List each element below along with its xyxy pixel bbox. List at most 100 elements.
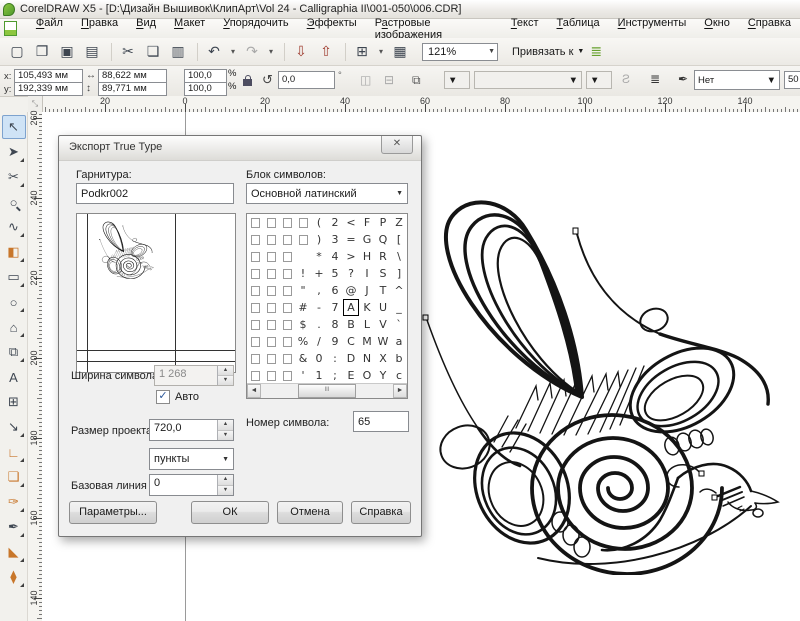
glyph-cell[interactable] xyxy=(279,282,295,299)
glyph-cell[interactable]: E xyxy=(343,367,359,384)
outline-width-combo[interactable]: Нет ▼ xyxy=(694,70,780,90)
scrollbar-thumb[interactable]: III xyxy=(298,384,356,398)
close-icon[interactable]: ✕ xyxy=(381,136,413,154)
glyph-cell[interactable] xyxy=(247,282,263,299)
blend-tool[interactable]: ❏ xyxy=(2,465,26,489)
rectangle-tool[interactable]: ▭ xyxy=(2,265,26,289)
glyph-cell[interactable] xyxy=(247,350,263,367)
scale-v-field[interactable]: 100,0 xyxy=(184,82,227,96)
char-number-field[interactable]: 65 xyxy=(353,411,409,432)
options-icon[interactable]: ≣ xyxy=(590,43,602,60)
grid-scrollbar[interactable]: ◄ III ► xyxy=(247,383,407,398)
glyph-cell[interactable]: % xyxy=(295,333,311,350)
glyph-cell[interactable]: 6 xyxy=(327,282,343,299)
glyph-cell[interactable] xyxy=(263,316,279,333)
glyph-cell[interactable]: ? xyxy=(343,265,359,282)
glyph-cell[interactable]: + xyxy=(311,265,327,282)
save-icon[interactable]: ▣ xyxy=(56,43,78,60)
import-icon[interactable]: ⇩ xyxy=(290,43,312,60)
export-icon[interactable]: ⇧ xyxy=(315,43,337,60)
redo-icon[interactable]: ↷ xyxy=(241,43,263,60)
glyph-cell[interactable]: , xyxy=(311,282,327,299)
object-height-field[interactable]: 89,771 мм xyxy=(98,82,167,96)
calligraphic-bird-drawing[interactable] xyxy=(420,190,800,575)
table-tool[interactable]: ⊞ xyxy=(2,390,26,414)
glyph-cell[interactable]: V xyxy=(375,316,391,333)
application-launcher-icon[interactable]: ⊞ xyxy=(351,43,373,60)
freehand-tool[interactable]: ∿ xyxy=(2,215,26,239)
glyph-cell[interactable]: @ xyxy=(343,282,359,299)
open-icon[interactable]: ❐ xyxy=(31,43,53,60)
arrange-icon[interactable]: ⧉ xyxy=(412,73,421,88)
glyph-cell[interactable] xyxy=(263,265,279,282)
glyph-cell[interactable]: * xyxy=(311,248,327,265)
glyph-cell[interactable] xyxy=(247,248,263,265)
glyph-cell[interactable]: 2 xyxy=(327,214,343,231)
glyph-cell[interactable]: Z xyxy=(391,214,407,231)
glyph-cell[interactable]: R xyxy=(375,248,391,265)
glyph-cell[interactable]: 5 xyxy=(327,265,343,282)
glyph-cell[interactable]: 7 xyxy=(327,299,343,316)
glyph-cell[interactable]: P xyxy=(375,214,391,231)
glyph-cell[interactable]: ] xyxy=(391,265,407,282)
object-width-field[interactable]: 88,622 мм xyxy=(98,69,167,83)
glyph-cell[interactable] xyxy=(279,265,295,282)
outline-pen-icon[interactable]: ✒ xyxy=(678,72,688,86)
scrollbar-track[interactable]: III xyxy=(261,384,393,398)
symbol-block-combo[interactable]: Основной латинский ▼ xyxy=(246,183,408,204)
units-combo[interactable]: пункты ▼ xyxy=(149,448,234,470)
glyph-cell[interactable]: 1 xyxy=(311,367,327,384)
scale-h-field[interactable]: 100,0 xyxy=(184,69,227,83)
glyph-cell[interactable]: ^ xyxy=(391,282,407,299)
undo-dropdown-icon[interactable]: ▾ xyxy=(228,47,238,56)
spinner-up-icon[interactable]: ▲ xyxy=(218,475,233,486)
glyph-cell[interactable] xyxy=(263,333,279,350)
undo-icon[interactable]: ↶ xyxy=(203,43,225,60)
crop-tool[interactable]: ✂ xyxy=(2,165,26,189)
ellipse-tool[interactable]: ○ xyxy=(2,290,26,314)
rotation-angle-field[interactable]: 0,0 xyxy=(278,71,335,89)
options-button[interactable]: Параметры... xyxy=(69,501,157,524)
glyph-cell[interactable] xyxy=(263,367,279,384)
glyph-cell[interactable]: . xyxy=(311,316,327,333)
glyph-cell[interactable]: Y xyxy=(375,367,391,384)
glyph-cell[interactable] xyxy=(279,214,295,231)
glyph-cell[interactable]: < xyxy=(343,214,359,231)
glyph-cell[interactable]: / xyxy=(311,333,327,350)
spinner-down-icon[interactable]: ▼ xyxy=(218,431,233,441)
glyph-cell[interactable] xyxy=(247,316,263,333)
baseline-spinner[interactable]: 0 ▲▼ xyxy=(149,474,234,496)
mirror-vertical-icon[interactable]: ⊟ xyxy=(384,73,394,87)
zoom-level-combo[interactable]: 121% ▼ xyxy=(422,43,498,61)
glyph-cell[interactable]: a xyxy=(391,333,407,350)
ok-button[interactable]: ОК xyxy=(191,501,269,524)
glyph-cell[interactable]: ' xyxy=(295,367,311,384)
glyph-cell[interactable]: ( xyxy=(311,214,327,231)
glyph-cell[interactable] xyxy=(279,367,295,384)
glyph-cell[interactable] xyxy=(263,282,279,299)
glyph-cell[interactable] xyxy=(247,231,263,248)
glyph-cell[interactable]: c xyxy=(391,367,407,384)
glyph-cell[interactable]: M xyxy=(359,333,375,350)
spinner-up-icon[interactable]: ▲ xyxy=(218,420,233,431)
glyph-cell[interactable]: # xyxy=(295,299,311,316)
glyph-cell[interactable] xyxy=(247,214,263,231)
glyph-cell[interactable]: 4 xyxy=(327,248,343,265)
glyph-cell[interactable]: G xyxy=(359,231,375,248)
glyph-cell[interactable]: L xyxy=(359,316,375,333)
glyph-cell[interactable]: $ xyxy=(295,316,311,333)
basic-shapes-tool[interactable]: ⧉ xyxy=(2,340,26,364)
glyph-cell[interactable] xyxy=(279,316,295,333)
glyph-cell[interactable]: " xyxy=(295,282,311,299)
glyph-cell[interactable]: 3 xyxy=(327,231,343,248)
cancel-button[interactable]: Отмена xyxy=(277,501,343,524)
design-size-spinner[interactable]: 720,0 ▲▼ xyxy=(149,419,234,441)
glyph-cell[interactable]: & xyxy=(295,350,311,367)
glyph-cell[interactable]: O xyxy=(359,367,375,384)
paste-icon[interactable]: ▥ xyxy=(167,43,189,60)
glyph-cell[interactable]: : xyxy=(327,350,343,367)
text-tool[interactable]: A xyxy=(2,365,26,389)
auto-checkbox[interactable]: ✓ xyxy=(156,390,170,404)
redo-dropdown-icon[interactable]: ▾ xyxy=(266,47,276,56)
polygon-tool[interactable]: ⌂ xyxy=(2,315,26,339)
